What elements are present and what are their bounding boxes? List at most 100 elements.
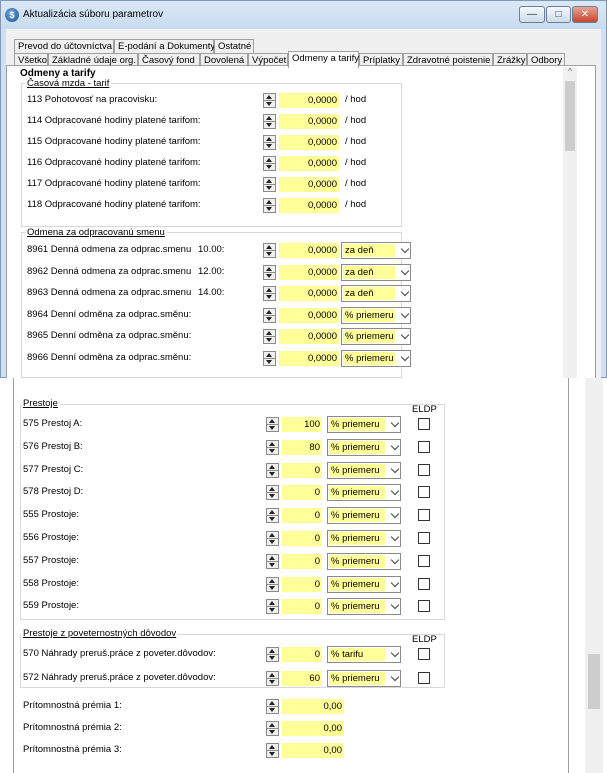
casova-row-value[interactable]: 0,0000 bbox=[279, 177, 339, 192]
eldp-checkbox[interactable] bbox=[418, 600, 430, 613]
casova-row-spinner[interactable] bbox=[263, 198, 276, 213]
poveter-row-spinner[interactable] bbox=[266, 647, 279, 662]
smena-row-select[interactable]: % priemeru bbox=[341, 306, 411, 324]
eldp-checkbox[interactable] bbox=[418, 509, 430, 522]
prestoj-row-spinner[interactable] bbox=[266, 531, 279, 546]
poveter-row-value[interactable]: 60 bbox=[282, 671, 322, 686]
poveter-row-select[interactable]: % tarifu bbox=[327, 646, 401, 663]
casova-row-value[interactable]: 0,0000 bbox=[279, 135, 339, 150]
prestoj-row-select[interactable]: % priemeru bbox=[327, 416, 401, 433]
chevron-down-icon bbox=[390, 672, 400, 682]
prestoj-row-select[interactable]: % priemeru bbox=[327, 461, 401, 479]
premia-spinner[interactable] bbox=[266, 721, 279, 736]
lower-scroll-thumb[interactable] bbox=[588, 654, 600, 709]
tab-prevod[interactable]: Prevod do účtovníctva bbox=[14, 39, 114, 54]
prestoj-row-value[interactable]: 0 bbox=[282, 576, 322, 592]
tab-ostatne[interactable]: Ostatné bbox=[214, 39, 254, 54]
smena-row-value[interactable]: 0,0000 bbox=[279, 307, 339, 323]
casova-row-spinner[interactable] bbox=[263, 177, 276, 192]
minimize-button[interactable]: — bbox=[519, 6, 545, 23]
eldp-checkbox[interactable] bbox=[418, 418, 430, 430]
title-bar[interactable]: $ Aktualizácia súboru parametrov — □ ✕ bbox=[1, 1, 606, 29]
casova-row-spinner[interactable] bbox=[263, 135, 276, 150]
smena-row-select[interactable]: % priemeru bbox=[341, 328, 411, 345]
prestoj-row-spinner[interactable] bbox=[266, 417, 279, 432]
vertical-scrollbar[interactable]: ^ bbox=[563, 67, 577, 379]
prestoj-row-select[interactable]: % priemeru bbox=[327, 438, 401, 456]
premia-value[interactable]: 0,00 bbox=[282, 699, 344, 714]
casova-row-value[interactable]: 0,0000 bbox=[279, 114, 339, 129]
prestoj-row-select[interactable]: % priemeru bbox=[327, 507, 401, 525]
prestoj-row-select[interactable]: % priemeru bbox=[327, 530, 401, 547]
smena-row-value[interactable]: 0,0000 bbox=[279, 329, 339, 344]
prestoj-row-select[interactable]: % priemeru bbox=[327, 598, 401, 616]
prestoj-row-spinner[interactable] bbox=[266, 439, 279, 455]
prestoj-row-select-value: % priemeru bbox=[329, 463, 385, 477]
eldp-checkbox[interactable] bbox=[418, 648, 430, 660]
casova-row-spinner[interactable] bbox=[263, 114, 276, 129]
prestoj-row-select[interactable]: % priemeru bbox=[327, 575, 401, 593]
smena-row-spinner[interactable] bbox=[263, 329, 276, 344]
poveter-row-spinner[interactable] bbox=[266, 671, 279, 686]
smena-row-select[interactable]: za deň bbox=[341, 285, 411, 302]
prestoj-row-value[interactable]: 0 bbox=[282, 462, 322, 478]
prestoj-row-value[interactable]: 0 bbox=[282, 485, 322, 501]
prestoj-row-spinner[interactable] bbox=[266, 462, 279, 478]
smena-row-select[interactable]: za deň bbox=[341, 242, 411, 259]
prestoj-row-spinner[interactable] bbox=[266, 553, 279, 569]
dialog-client: Prevod do účtovníctva E-podání a Dokumen… bbox=[6, 29, 601, 379]
scroll-thumb[interactable] bbox=[565, 81, 575, 151]
prestoj-row-spinner[interactable] bbox=[266, 599, 279, 615]
poveter-row-value[interactable]: 0 bbox=[282, 647, 322, 662]
smena-row-select[interactable]: % priemeru bbox=[341, 349, 411, 367]
prestoj-row-select-value: % priemeru bbox=[329, 554, 385, 568]
smena-row-value[interactable]: 0,0000 bbox=[279, 243, 339, 258]
maximize-button[interactable]: □ bbox=[546, 6, 571, 23]
smena-row-value[interactable]: 0,0000 bbox=[279, 286, 339, 301]
eldp-checkbox[interactable] bbox=[418, 532, 430, 544]
casova-row-value[interactable]: 0,0000 bbox=[279, 93, 339, 108]
eldp-checkbox[interactable] bbox=[418, 486, 430, 499]
smena-row-value[interactable]: 0,0000 bbox=[279, 350, 339, 366]
eldp-checkbox[interactable] bbox=[418, 463, 430, 476]
eldp-checkbox[interactable] bbox=[418, 554, 430, 567]
prestoj-row-value[interactable]: 80 bbox=[282, 439, 322, 455]
casova-row-value[interactable]: 0,0000 bbox=[279, 156, 339, 171]
prestoj-row-value[interactable]: 0 bbox=[282, 553, 322, 569]
smena-row-spinner[interactable] bbox=[263, 243, 276, 258]
scroll-up-icon[interactable]: ^ bbox=[563, 67, 577, 79]
tab-odmeny-a-tarify[interactable]: Odmeny a tarify bbox=[288, 51, 359, 68]
prestoj-row-value[interactable]: 100 bbox=[282, 417, 322, 432]
close-button[interactable]: ✕ bbox=[572, 6, 598, 23]
eldp-checkbox[interactable] bbox=[418, 440, 430, 453]
prestoj-row-spinner[interactable] bbox=[266, 508, 279, 524]
smena-row-spinner[interactable] bbox=[263, 307, 276, 323]
prestoj-row-select[interactable]: % priemeru bbox=[327, 552, 401, 570]
prestoj-row-select[interactable]: % priemeru bbox=[327, 484, 401, 502]
prestoj-row-value[interactable]: 0 bbox=[282, 531, 322, 546]
premia-value[interactable]: 0,00 bbox=[282, 743, 344, 758]
poveter-row-label: 572 Náhrady preruš.práce z poveter.dôvod… bbox=[23, 672, 216, 683]
prestoj-row-spinner[interactable] bbox=[266, 485, 279, 501]
eldp-checkbox[interactable] bbox=[418, 672, 430, 684]
lower-vertical-scrollbar[interactable] bbox=[585, 378, 603, 773]
prestoj-row-spinner[interactable] bbox=[266, 576, 279, 592]
smena-row-spinner[interactable] bbox=[263, 350, 276, 366]
casova-row-spinner[interactable] bbox=[263, 93, 276, 108]
poveter-row-select[interactable]: % priemeru bbox=[327, 670, 401, 687]
casova-row-value[interactable]: 0,0000 bbox=[279, 198, 339, 213]
smena-row-value[interactable]: 0,0000 bbox=[279, 264, 339, 280]
casova-row-spinner[interactable] bbox=[263, 156, 276, 171]
smena-row-select[interactable]: za deň bbox=[341, 263, 411, 281]
smena-row-spinner[interactable] bbox=[263, 286, 276, 301]
prestoj-row-value[interactable]: 0 bbox=[282, 508, 322, 524]
chevron-down-icon bbox=[390, 648, 400, 658]
premia-spinner[interactable] bbox=[266, 743, 279, 758]
eldp-checkbox[interactable] bbox=[418, 577, 430, 590]
tab-epodani[interactable]: E-podání a Dokumenty bbox=[114, 39, 215, 54]
premia-spinner[interactable] bbox=[266, 699, 279, 714]
prestoj-row-label: 558 Prostoje: bbox=[23, 577, 79, 589]
smena-row-spinner[interactable] bbox=[263, 264, 276, 280]
prestoj-row-value[interactable]: 0 bbox=[282, 599, 322, 615]
premia-value[interactable]: 0,00 bbox=[282, 721, 344, 736]
